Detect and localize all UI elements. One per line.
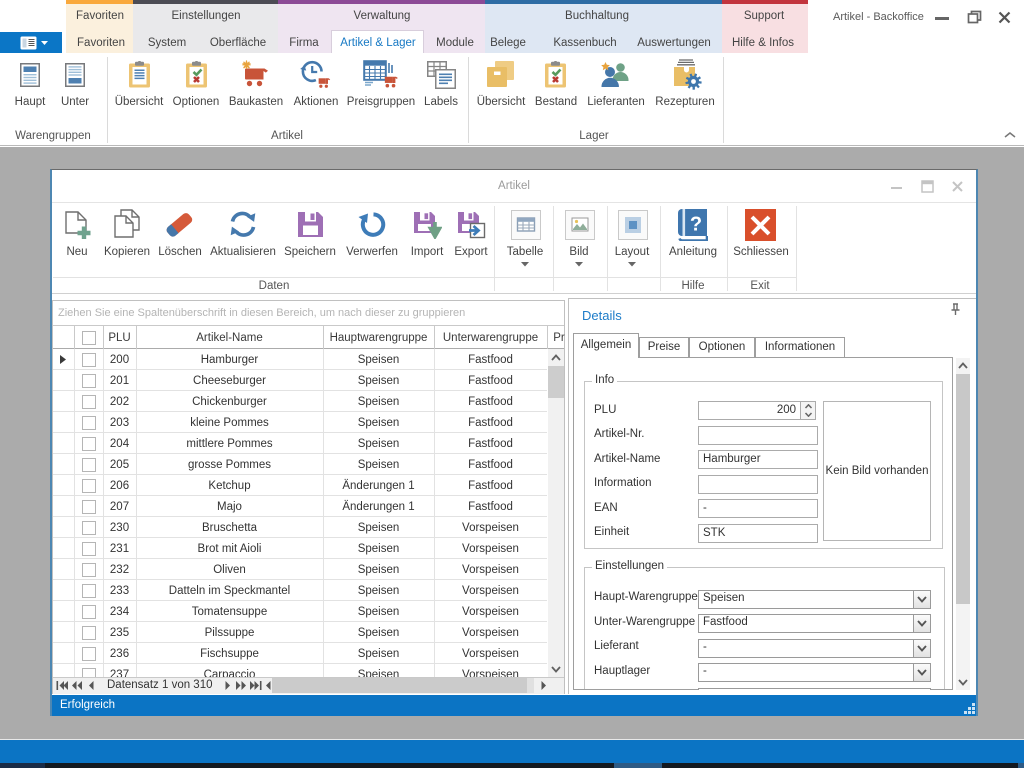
svg-text:?: ?: [690, 214, 702, 236]
